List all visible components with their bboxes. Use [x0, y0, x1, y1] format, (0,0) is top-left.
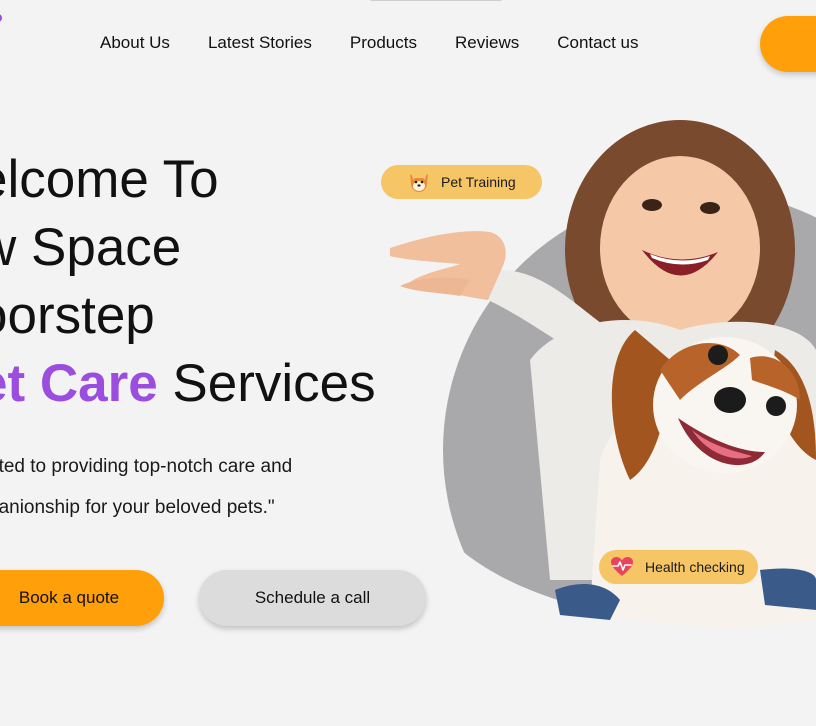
book-quote-button[interactable]: Book a quote — [0, 570, 164, 626]
header-cta-button[interactable] — [760, 16, 816, 72]
pet-training-badge[interactable]: Pet Training — [381, 165, 542, 199]
nav-link-products[interactable]: Products — [350, 32, 417, 54]
hero-title-accent: et Care — [0, 354, 158, 413]
hero-description: ated to providing top-notch care and nan… — [0, 446, 292, 528]
health-checking-label: Health checking — [645, 559, 745, 575]
hero-title-services: Services — [157, 354, 376, 413]
hero-title-line-3: oorstep — [0, 286, 155, 345]
hero-description-line-2: nanionship for your beloved pets." — [0, 497, 275, 518]
hero-description-line-1: ated to providing top-notch care and — [0, 456, 293, 477]
shiba-dog-face-icon — [407, 170, 431, 194]
nav-link-contact[interactable]: Contact us — [557, 32, 638, 54]
landing-page: About Us Latest Stories Products Reviews… — [0, 0, 816, 726]
nav-link-reviews[interactable]: Reviews — [455, 32, 519, 54]
scroll-indicator — [370, 0, 502, 1]
main-nav: About Us Latest Stories Products Reviews… — [100, 32, 677, 54]
health-checking-badge[interactable]: Health checking — [599, 550, 758, 584]
hero-title-line-1: elcome To — [0, 150, 219, 209]
hero-title: elcome To w Space oorstep et Care Servic… — [0, 146, 376, 418]
pet-training-label: Pet Training — [441, 174, 516, 190]
heart-pulse-icon — [610, 555, 634, 579]
nav-link-about[interactable]: About Us — [100, 32, 170, 54]
logo-mark[interactable] — [0, 14, 2, 22]
hero-title-line-4: et Care Services — [0, 350, 376, 418]
nav-link-latest-stories[interactable]: Latest Stories — [208, 32, 312, 54]
hero-title-line-2: w Space — [0, 218, 182, 277]
